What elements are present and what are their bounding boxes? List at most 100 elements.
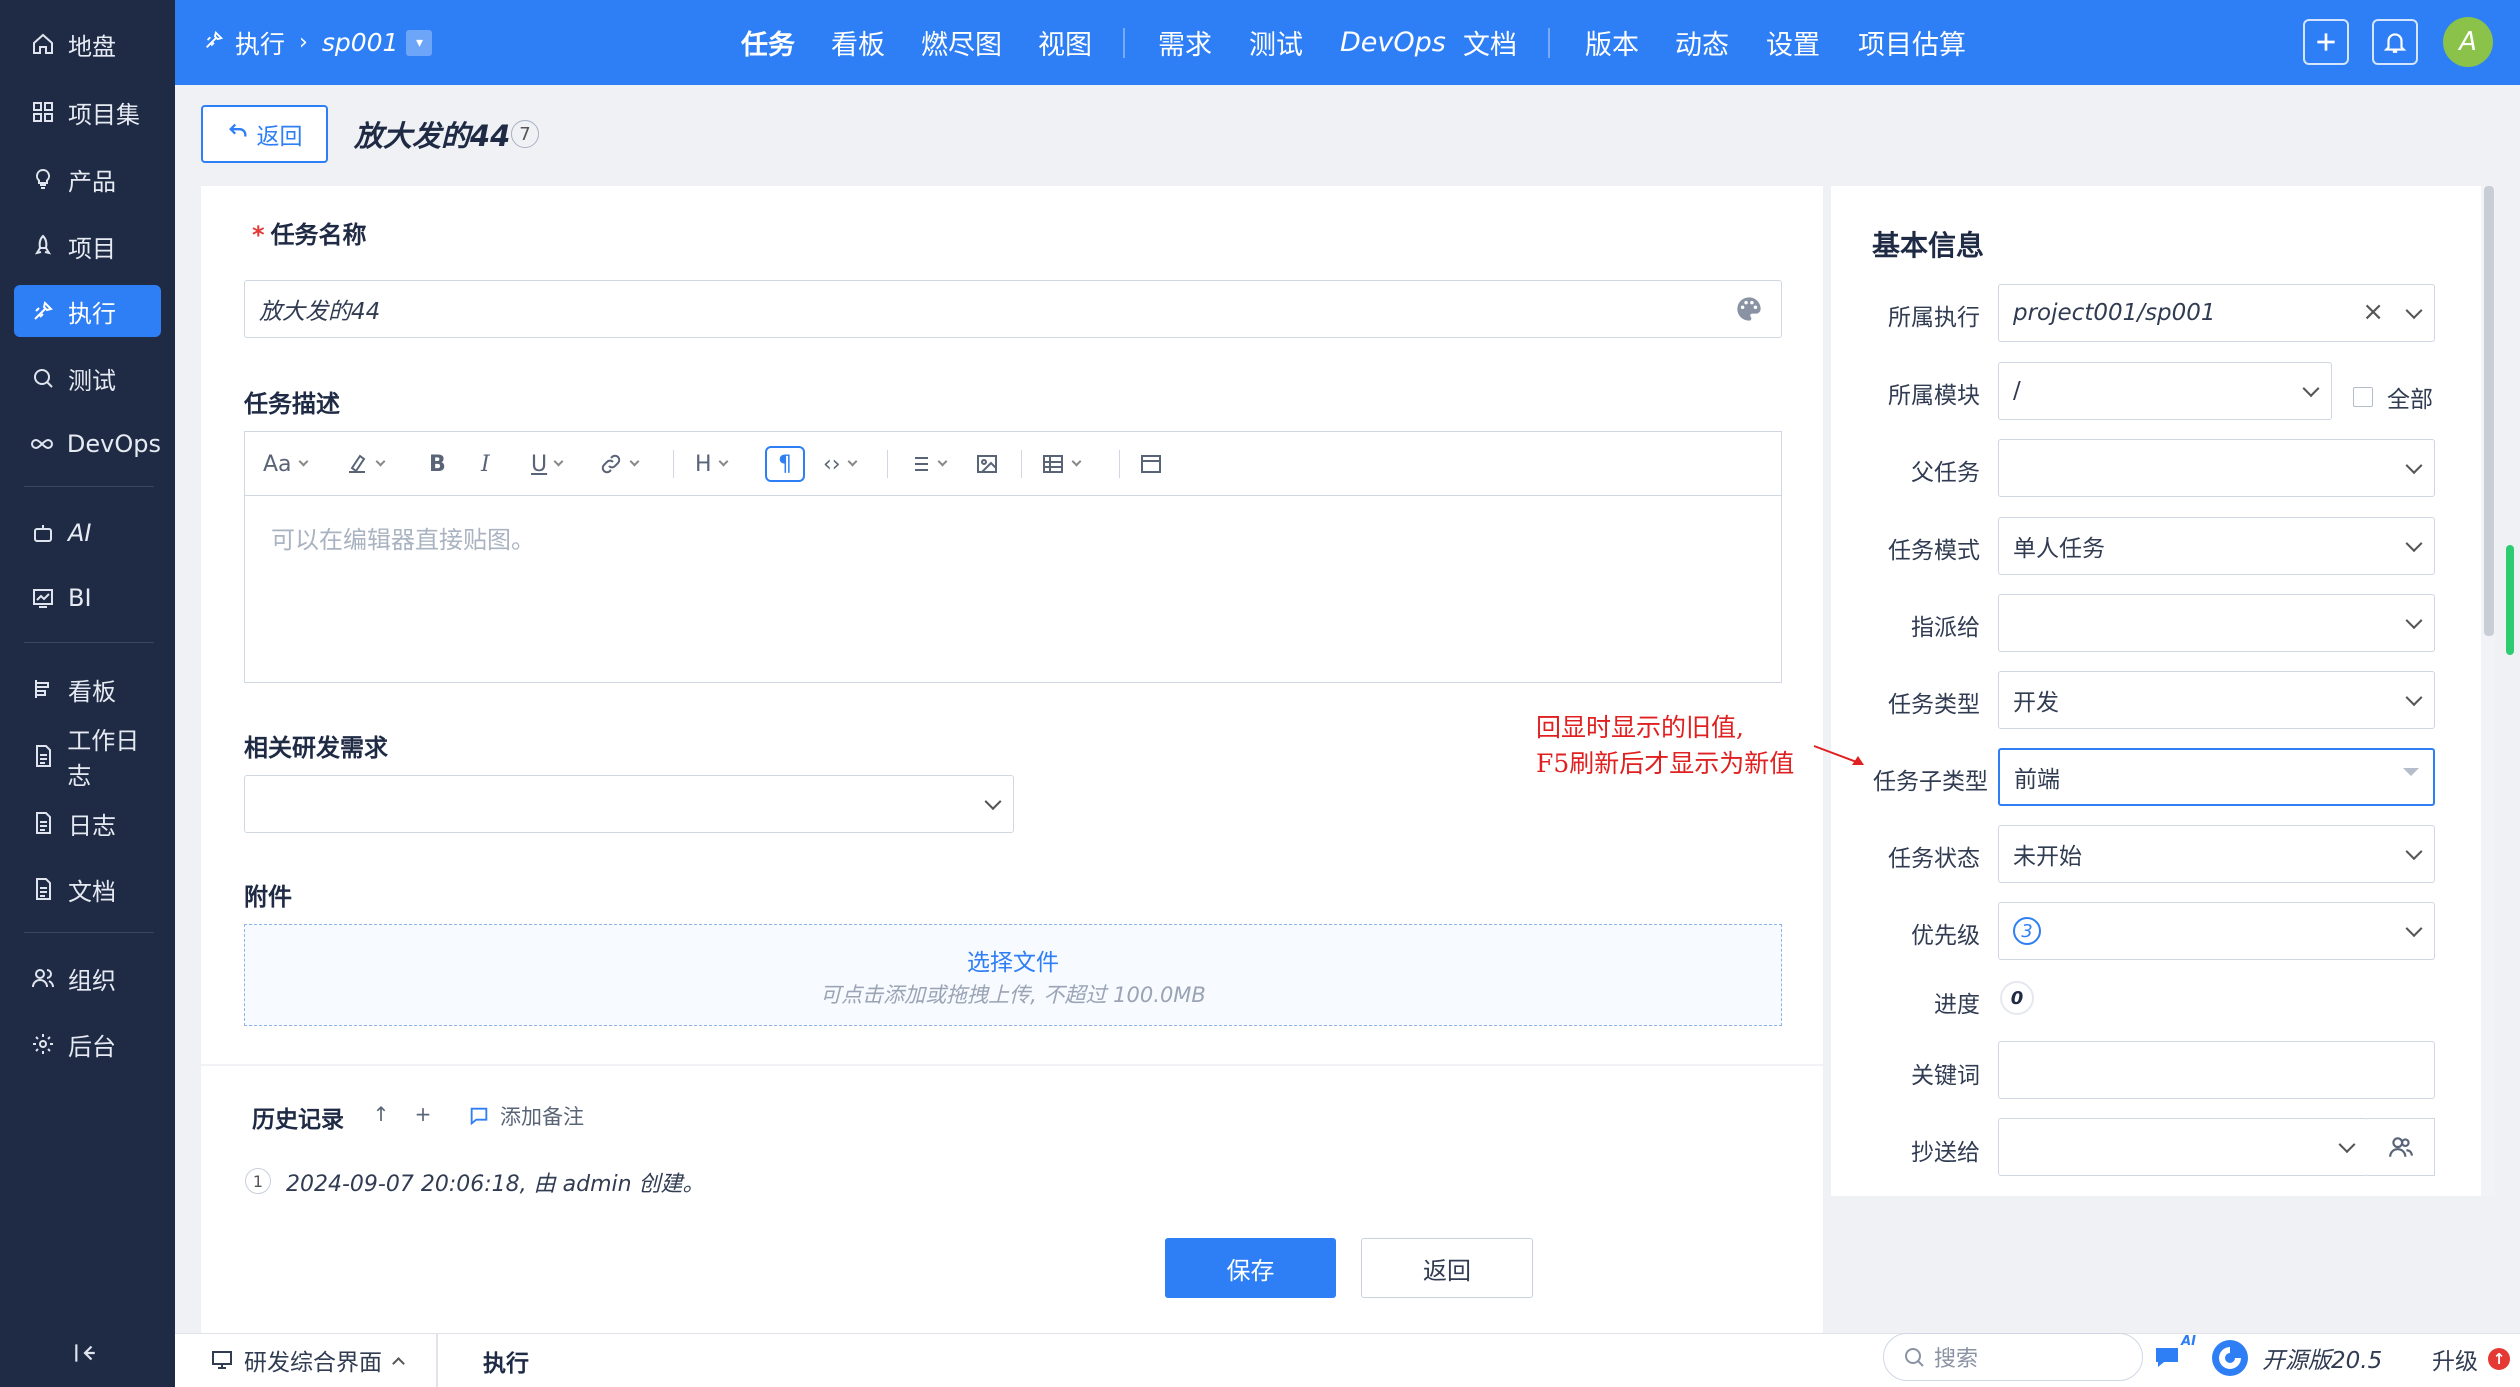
sidebar-item-kanban[interactable]: 看板	[14, 663, 161, 715]
execution-icon	[28, 296, 58, 326]
palette-icon[interactable]	[1735, 295, 1763, 329]
workspace-switcher[interactable]: 研发综合界面	[210, 1343, 405, 1377]
task-status-select[interactable]: 未开始	[1998, 825, 2435, 883]
sidebar-item-dashboard[interactable]: 地盘	[14, 18, 161, 70]
scrollbar-thumb[interactable]	[2484, 186, 2494, 636]
chevron-down-icon[interactable]: ▾	[406, 29, 433, 56]
sidebar-item-admin[interactable]: 后台	[14, 1018, 161, 1070]
execution-field-label: 所属执行	[1888, 305, 1980, 331]
choose-file-link[interactable]: 选择文件	[245, 943, 1781, 977]
task-mode-select[interactable]: 单人任务	[1998, 517, 2435, 575]
related-story-select[interactable]	[244, 775, 1014, 833]
sidebar-item-label: 产品	[68, 167, 116, 196]
sidebar-item-test[interactable]: 测试	[14, 352, 161, 404]
back-button[interactable]: 返回	[201, 105, 328, 163]
parent-task-select[interactable]	[1998, 439, 2435, 497]
file-upload-dropzone[interactable]: 选择文件 可点击添加或拖拽上传, 不超过 100.0MB	[244, 924, 1782, 1026]
cancel-back-button[interactable]: 返回	[1361, 1238, 1533, 1298]
task-name-label: * 任务名称	[252, 215, 367, 250]
sidebar-item-project[interactable]: 项目	[14, 220, 161, 272]
task-type-select[interactable]: 开发	[1998, 671, 2435, 729]
nav-build[interactable]: 版本	[1585, 0, 1639, 85]
sidebar-item-program[interactable]: 项目集	[14, 86, 161, 138]
nav-dynamic[interactable]: 动态	[1675, 0, 1729, 85]
rich-text-editor[interactable]: Aa B I U H ¶ ‹› 可以在编辑器直接贴图。	[244, 431, 1782, 683]
page-title: 放大发的44	[354, 119, 511, 153]
sidebar-item-label: 地盘	[68, 32, 116, 61]
nav-task[interactable]: 任务	[741, 0, 795, 85]
avatar[interactable]: A	[2443, 17, 2493, 67]
sidebar-item-worklog[interactable]: 工作日志	[14, 727, 161, 790]
history-title: 历史记录	[252, 1107, 344, 1133]
zentao-logo-icon	[2212, 1340, 2248, 1376]
sidebar-item-label: 测试	[68, 366, 116, 395]
sidebar-item-log[interactable]: 日志	[14, 797, 161, 849]
task-subtype-select[interactable]: 前端	[1998, 748, 2435, 806]
notification-button[interactable]	[2372, 19, 2418, 65]
priority-select[interactable]: 3	[1998, 902, 2435, 960]
nav-devops[interactable]: DevOps	[1340, 0, 1446, 85]
table-icon[interactable]	[1041, 446, 1082, 482]
nav-doc[interactable]: 文档	[1463, 0, 1517, 85]
all-modules-checkbox[interactable]: 全部	[2353, 380, 2433, 414]
keywords-input[interactable]	[1998, 1041, 2435, 1099]
sidebar-item-ai[interactable]: AI	[14, 507, 161, 559]
nav-test[interactable]: 测试	[1249, 0, 1303, 85]
nav-kanban[interactable]: 看板	[831, 0, 885, 85]
assign-to-select[interactable]	[1998, 594, 2435, 652]
task-status-label: 任务状态	[1888, 846, 1980, 872]
cc-select[interactable]	[1998, 1118, 2368, 1176]
upgrade-button[interactable]: 升级 ↑	[2432, 1342, 2510, 1376]
chevron-down-icon	[984, 793, 1002, 811]
bold-icon[interactable]: B	[429, 446, 446, 482]
nav-settings[interactable]: 设置	[1766, 0, 1820, 85]
breadcrumb: 执行 › sp001 ▾	[203, 0, 433, 85]
sidebar-item-doc[interactable]: 文档	[14, 863, 161, 915]
nav-burndown[interactable]: 燃尽图	[921, 0, 1002, 85]
save-button[interactable]: 保存	[1165, 1238, 1336, 1298]
sidebar-item-execution[interactable]: 执行	[14, 285, 161, 337]
nav-estimate[interactable]: 项目估算	[1858, 0, 1966, 85]
underline-icon[interactable]: U	[531, 446, 564, 482]
execution-select[interactable]: project001/sp001 ×	[1998, 284, 2435, 342]
collapse-sidebar-icon[interactable]	[72, 1340, 102, 1370]
sidebar-item-org[interactable]: 组织	[14, 952, 161, 1004]
sidebar-item-product[interactable]: 产品	[14, 153, 161, 205]
contacts-button[interactable]	[2367, 1118, 2435, 1176]
image-icon[interactable]	[975, 446, 999, 482]
sort-up-icon[interactable]: ↑	[368, 1101, 394, 1127]
clear-icon[interactable]: ×	[2362, 297, 2384, 327]
add-note-button[interactable]: 添加备注	[468, 1101, 584, 1131]
nav-story[interactable]: 需求	[1158, 0, 1212, 85]
module-select[interactable]: /	[1998, 362, 2332, 420]
add-button[interactable]	[2303, 19, 2349, 65]
sidebar-item-devops[interactable]: DevOps	[14, 418, 161, 470]
back-button-label: 返回	[256, 124, 303, 150]
breadcrumb-module[interactable]: 执行	[235, 25, 285, 61]
breadcrumb-execution[interactable]: sp001	[322, 28, 399, 57]
annotation-line-2: F5刷新后才显示为新值	[1536, 749, 1795, 778]
italic-icon[interactable]: I	[481, 446, 490, 482]
sidebar-item-label: 日志	[68, 811, 116, 840]
task-name-value: 放大发的44	[259, 299, 381, 325]
code-icon[interactable]: ‹›	[823, 446, 858, 482]
font-size-icon[interactable]: Aa	[263, 446, 308, 482]
chevron-down-icon	[2405, 535, 2423, 553]
link-icon[interactable]	[599, 446, 640, 482]
nav-view[interactable]: 视图	[1038, 0, 1092, 85]
version-label[interactable]: 开源版20.5	[2210, 1338, 2382, 1378]
list-icon[interactable]	[907, 446, 948, 482]
heading-icon[interactable]: H	[695, 446, 728, 482]
expand-all-icon[interactable]: +	[410, 1101, 436, 1127]
upgrade-alert-icon: ↑	[2488, 1348, 2510, 1370]
task-name-input[interactable]: 放大发的44	[244, 280, 1782, 338]
global-search-input[interactable]: 搜索	[1883, 1333, 2143, 1381]
ai-chat-icon[interactable]: AI	[2152, 1334, 2196, 1376]
paragraph-icon[interactable]: ¶	[765, 446, 805, 482]
fullscreen-icon[interactable]	[1139, 446, 1163, 482]
assign-to-label: 指派给	[1911, 615, 1980, 641]
sidebar-item-bi[interactable]: BI	[14, 572, 161, 624]
page-scroll-indicator[interactable]	[2506, 545, 2514, 655]
chevron-down-icon	[2405, 612, 2423, 630]
highlight-icon[interactable]	[345, 446, 386, 482]
